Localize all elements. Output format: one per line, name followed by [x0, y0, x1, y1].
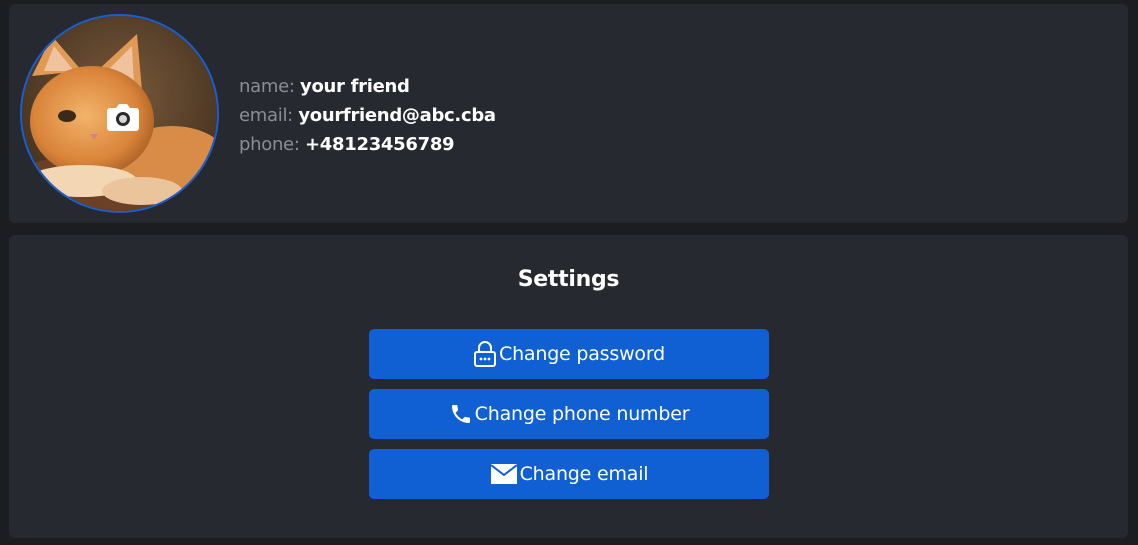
settings-panel: Settings Change password Change phone nu… [9, 235, 1128, 538]
profile-panel: name: your friend email: yourfriend@abc.… [9, 4, 1128, 223]
email-value: yourfriend@abc.cba [298, 105, 496, 126]
settings-title: Settings [517, 267, 620, 292]
camera-icon[interactable] [106, 102, 140, 132]
change-password-label: Change password [499, 343, 665, 365]
phone-label: phone: [239, 134, 300, 155]
phone-row: phone: +48123456789 [239, 130, 496, 159]
name-value: your friend [300, 76, 410, 97]
change-password-button[interactable]: Change password [369, 329, 769, 379]
phone-icon [449, 402, 473, 426]
lock-icon [473, 341, 497, 367]
phone-value: +48123456789 [305, 134, 455, 155]
mail-icon [489, 463, 518, 485]
change-email-button[interactable]: Change email [369, 449, 769, 499]
name-label: name: [239, 76, 295, 97]
change-email-label: Change email [519, 463, 649, 485]
profile-info: name: your friend email: yourfriend@abc.… [239, 72, 496, 159]
email-row: email: yourfriend@abc.cba [239, 101, 496, 130]
avatar[interactable] [20, 14, 219, 213]
name-row: name: your friend [239, 72, 496, 101]
change-phone-button[interactable]: Change phone number [369, 389, 769, 439]
change-phone-label: Change phone number [474, 403, 690, 425]
email-label: email: [239, 105, 293, 126]
